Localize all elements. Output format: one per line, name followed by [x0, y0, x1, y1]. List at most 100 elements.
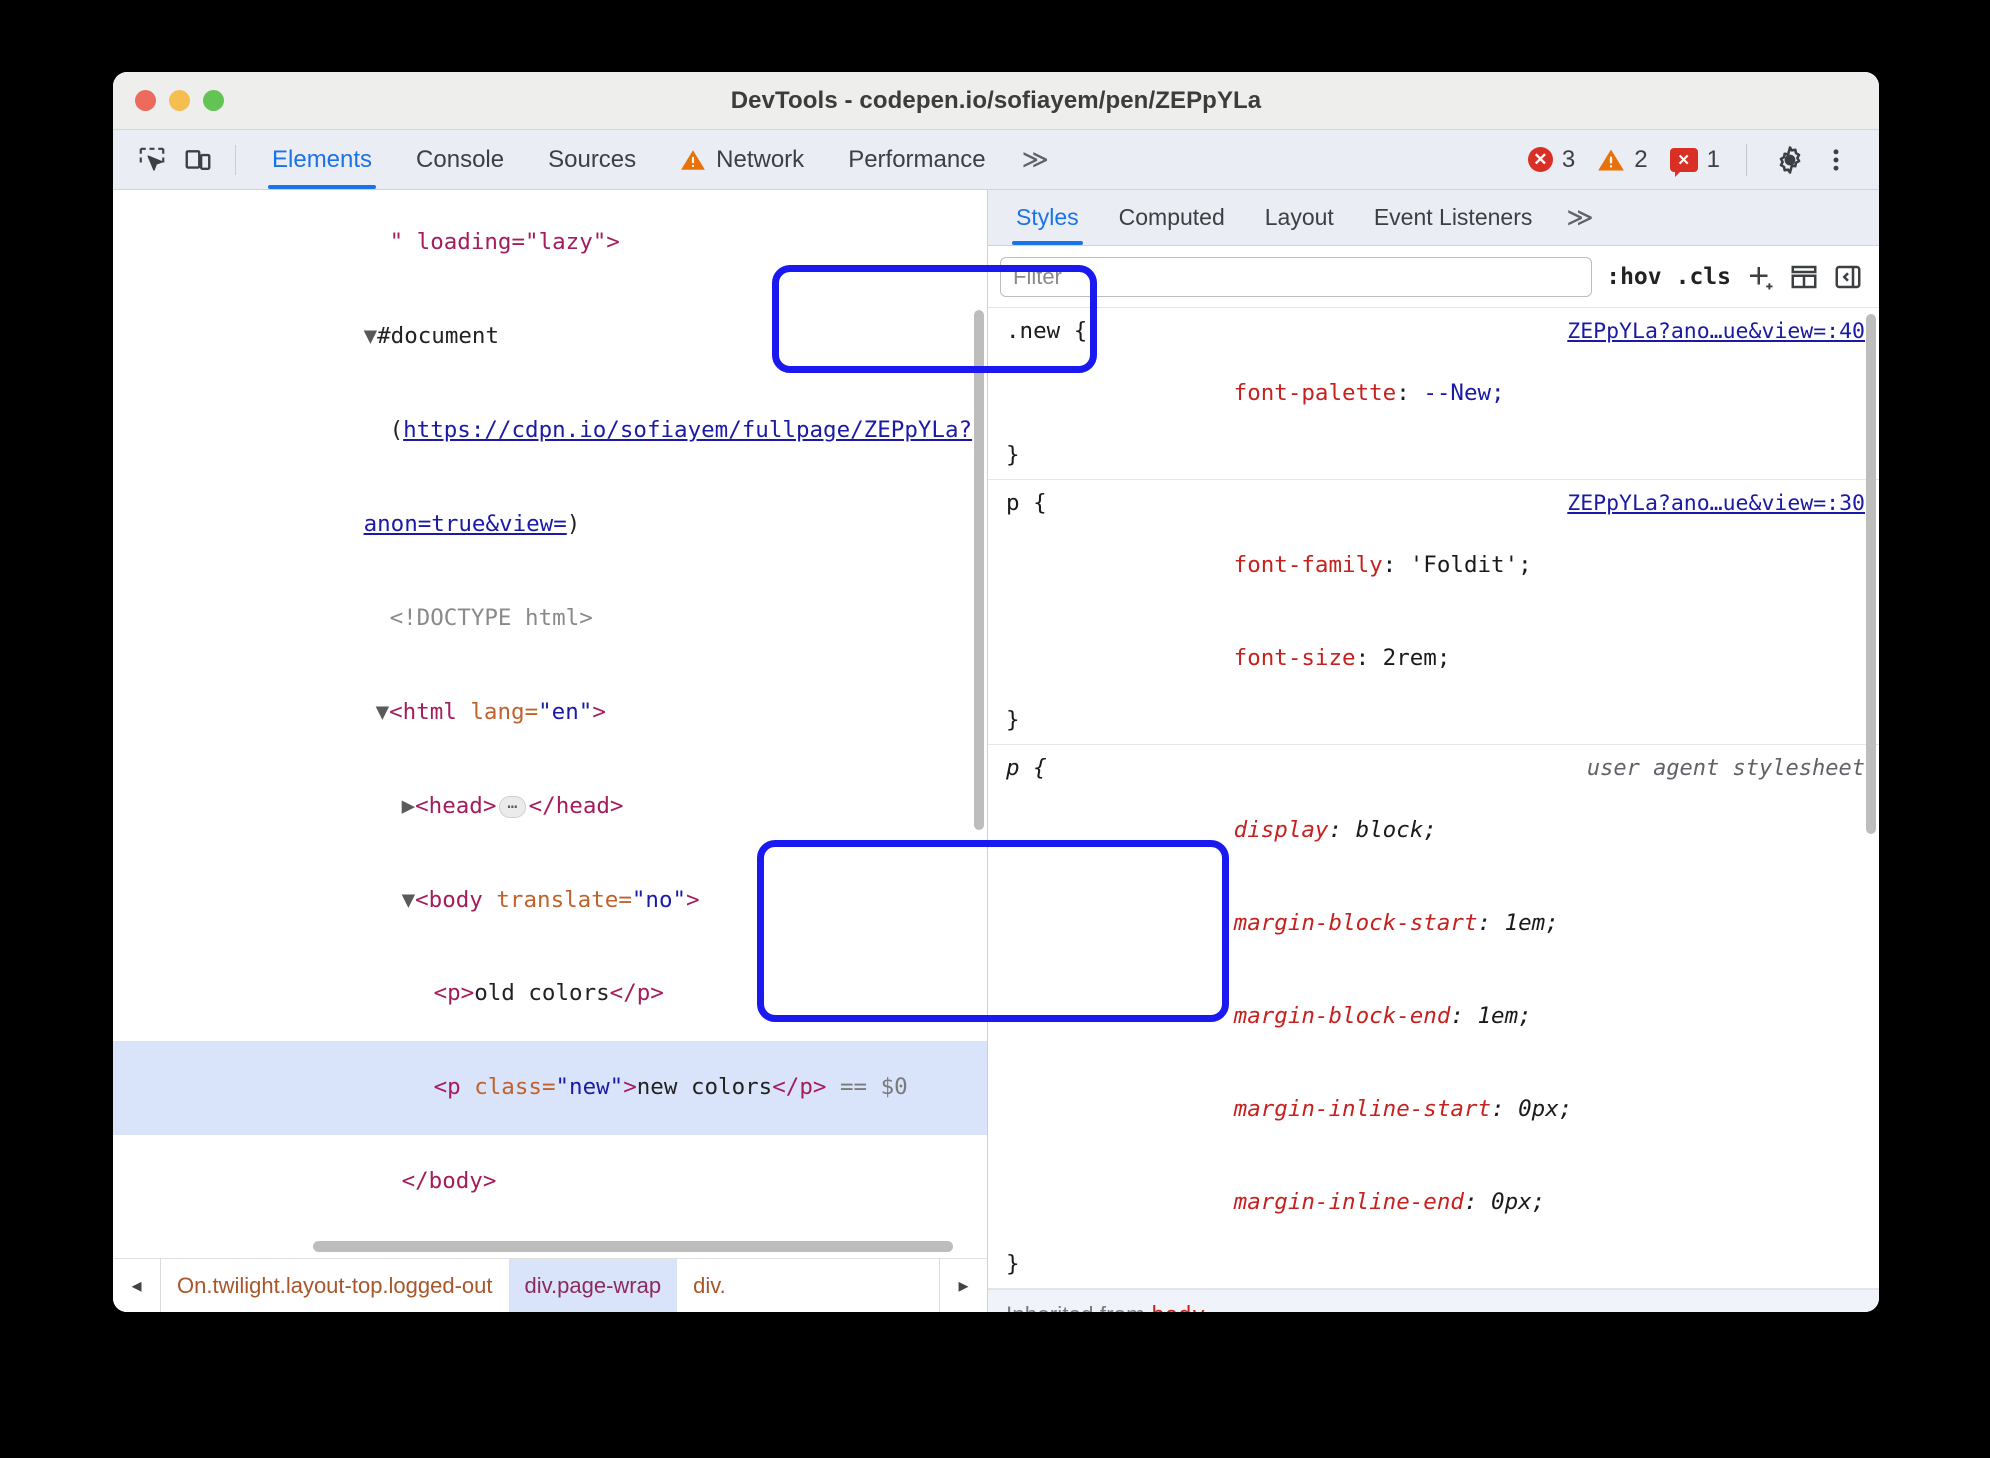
dom-line-body-close[interactable]: </body>: [113, 1135, 987, 1229]
dom-tree-vertical-scrollbar[interactable]: [974, 310, 984, 830]
declaration-value[interactable]: 0px;: [1518, 1096, 1572, 1122]
dom-line-html-close[interactable]: </html>: [113, 1229, 987, 1236]
declaration-value[interactable]: --New;: [1423, 380, 1504, 406]
tab-elements[interactable]: Elements: [250, 130, 394, 189]
tab-event-listeners[interactable]: Event Listeners: [1354, 190, 1553, 245]
expand-triangle-icon[interactable]: ▶: [402, 793, 416, 819]
declaration-property[interactable]: margin-block-end: [1234, 1003, 1451, 1029]
toggle-sidebar-icon[interactable]: [1833, 262, 1863, 292]
plus-icon[interactable]: [1745, 262, 1775, 292]
device-toolbar-icon[interactable]: [175, 140, 221, 180]
tab-performance-label: Performance: [848, 145, 986, 173]
devtools-toolbar: Elements Console Sources Network Perform…: [113, 130, 1879, 190]
declaration-value[interactable]: 'Foldit';: [1410, 552, 1532, 578]
close-window-button[interactable]: [135, 90, 156, 111]
dom-line-body[interactable]: ▼<body translate="no">: [113, 853, 987, 947]
declaration-property[interactable]: margin-inline-end: [1234, 1189, 1464, 1215]
declaration[interactable]: margin-block-end: 1em;: [1006, 970, 1865, 1063]
declaration[interactable]: margin-inline-start: 0px;: [1006, 1063, 1865, 1156]
dom-line-p-old[interactable]: <p>old colors</p>: [113, 947, 987, 1041]
declaration[interactable]: font-size: 2rem;: [1006, 612, 1865, 705]
expand-ellipsis-icon[interactable]: ⋯: [499, 795, 526, 818]
rule-selector[interactable]: p {: [1006, 753, 1047, 784]
rule-selector[interactable]: p {: [1006, 488, 1047, 519]
print-media-icon[interactable]: [1789, 262, 1819, 292]
declaration[interactable]: display: block;: [1006, 784, 1865, 877]
dom-line-html[interactable]: ▼<html lang="en">: [113, 665, 987, 759]
inherited-from-header: Inherited from body: [988, 1289, 1879, 1312]
inspect-element-icon[interactable]: [129, 140, 175, 180]
three-dot-menu-icon[interactable]: [1813, 140, 1859, 180]
declaration-value[interactable]: 0px;: [1491, 1189, 1545, 1215]
filter-placeholder: Filter: [1013, 263, 1062, 289]
dom-line-img-attr[interactable]: " loading="lazy">: [113, 196, 987, 290]
dom-tree-pane: " loading="lazy"> ▼#document (https://cd…: [113, 190, 988, 1312]
declaration-value[interactable]: 1em;: [1505, 910, 1559, 936]
dom-line-document-url-2[interactable]: anon=true&view=): [113, 478, 987, 572]
dom-line-head[interactable]: ▶<head> ⋯ </head>: [113, 759, 987, 853]
expand-triangle-icon[interactable]: ▼: [364, 323, 378, 349]
tab-performance[interactable]: Performance: [826, 130, 1007, 189]
html-attr-value: "en": [538, 698, 593, 725]
breadcrumb-item-page-wrap[interactable]: div.page-wrap: [508, 1259, 678, 1312]
rule-header: p { user agent stylesheet: [1006, 753, 1865, 784]
declaration-value[interactable]: block;: [1356, 817, 1437, 843]
filter-input[interactable]: Filter: [1000, 256, 1593, 297]
p-new-attr-name: class: [474, 1074, 542, 1101]
tab-layout[interactable]: Layout: [1245, 190, 1354, 245]
tab-computed[interactable]: Computed: [1099, 190, 1245, 245]
styles-vertical-scrollbar[interactable]: [1866, 314, 1876, 834]
declaration-property[interactable]: font-palette: [1234, 380, 1397, 406]
tab-sources[interactable]: Sources: [526, 130, 658, 189]
declaration-property[interactable]: font-size: [1234, 645, 1356, 671]
dom-tree[interactable]: " loading="lazy"> ▼#document (https://cd…: [113, 190, 987, 1236]
issue-count: 1: [1706, 145, 1720, 173]
minimize-window-button[interactable]: [169, 90, 190, 111]
document-url-link[interactable]: https://cdpn.io/sofiayem/fullpage/ZEPpYL…: [403, 417, 972, 443]
rule-source-link[interactable]: ZEPpYLa?ano…ue&view=:40: [1567, 316, 1865, 347]
breadcrumb-item-div[interactable]: div.: [677, 1259, 742, 1312]
issue-counter[interactable]: ✕ 1: [1669, 145, 1720, 177]
declaration-property[interactable]: display: [1234, 817, 1329, 843]
document-url-link-cont[interactable]: anon=true&view=: [364, 511, 567, 537]
document-label: #document: [377, 323, 500, 350]
breadcrumb-item-logged-out[interactable]: On.twilight.layout-top.logged-out: [161, 1259, 509, 1312]
inherited-source-tag[interactable]: body: [1151, 1302, 1205, 1312]
declaration-value[interactable]: 1em;: [1478, 1003, 1532, 1029]
dom-line-document-url-1[interactable]: (https://cdpn.io/sofiayem/fullpage/ZEPpY…: [113, 384, 987, 478]
collapse-triangle-icon[interactable]: ▼: [402, 887, 416, 913]
declaration-value[interactable]: 2rem;: [1383, 645, 1451, 671]
declaration-property[interactable]: margin-inline-start: [1234, 1096, 1491, 1122]
dom-line-document[interactable]: ▼#document: [113, 290, 987, 384]
rule-source-link[interactable]: ZEPpYLa?ano…ue&view=:30: [1567, 488, 1865, 519]
breadcrumb-prev-button[interactable]: ◂: [113, 1259, 161, 1312]
devtools-window: DevTools - codepen.io/sofiayem/pen/ZEPpY…: [113, 72, 1879, 1312]
declaration-property[interactable]: margin-block-start: [1234, 910, 1478, 936]
warning-counter[interactable]: 2: [1597, 146, 1648, 174]
breadcrumb-next-button[interactable]: ▸: [939, 1259, 987, 1312]
declaration[interactable]: margin-block-start: 1em;: [1006, 877, 1865, 970]
rule-selector[interactable]: .new {: [1006, 316, 1087, 347]
dom-tree-horizontal-scrollbar[interactable]: [313, 1241, 953, 1252]
declaration[interactable]: font-palette: --New;: [1006, 347, 1865, 440]
tab-network[interactable]: Network: [658, 130, 826, 189]
dom-line-p-new-selected[interactable]: <p class="new">new colors</p> == $0: [113, 1041, 987, 1135]
dom-line-doctype[interactable]: <!DOCTYPE html>: [113, 572, 987, 666]
style-rule-new[interactable]: .new { ZEPpYLa?ano…ue&view=:40 font-pale…: [988, 308, 1879, 480]
error-counter[interactable]: ✕ 3: [1527, 146, 1575, 174]
hov-button[interactable]: :hov: [1606, 264, 1661, 290]
gear-icon[interactable]: [1767, 140, 1813, 180]
declaration[interactable]: font-family: 'Foldit';: [1006, 519, 1865, 612]
maximize-window-button[interactable]: [203, 90, 224, 111]
declaration[interactable]: margin-inline-end: 0px;: [1006, 1156, 1865, 1249]
tab-console[interactable]: Console: [394, 130, 526, 189]
more-styles-tabs-chevron-icon[interactable]: ≫: [1552, 190, 1607, 245]
collapse-triangle-icon[interactable]: ▼: [376, 699, 390, 725]
cls-button[interactable]: .cls: [1676, 264, 1731, 290]
style-rule-p-author[interactable]: p { ZEPpYLa?ano…ue&view=:30 font-family:…: [988, 480, 1879, 745]
tab-styles[interactable]: Styles: [996, 190, 1099, 245]
more-tabs-chevron-icon[interactable]: ≫: [1008, 130, 1063, 189]
style-rules-list[interactable]: .new { ZEPpYLa?ano…ue&view=:40 font-pale…: [988, 308, 1879, 1312]
style-rule-p-user-agent[interactable]: p { user agent stylesheet display: block…: [988, 745, 1879, 1289]
declaration-property[interactable]: font-family: [1234, 552, 1383, 578]
